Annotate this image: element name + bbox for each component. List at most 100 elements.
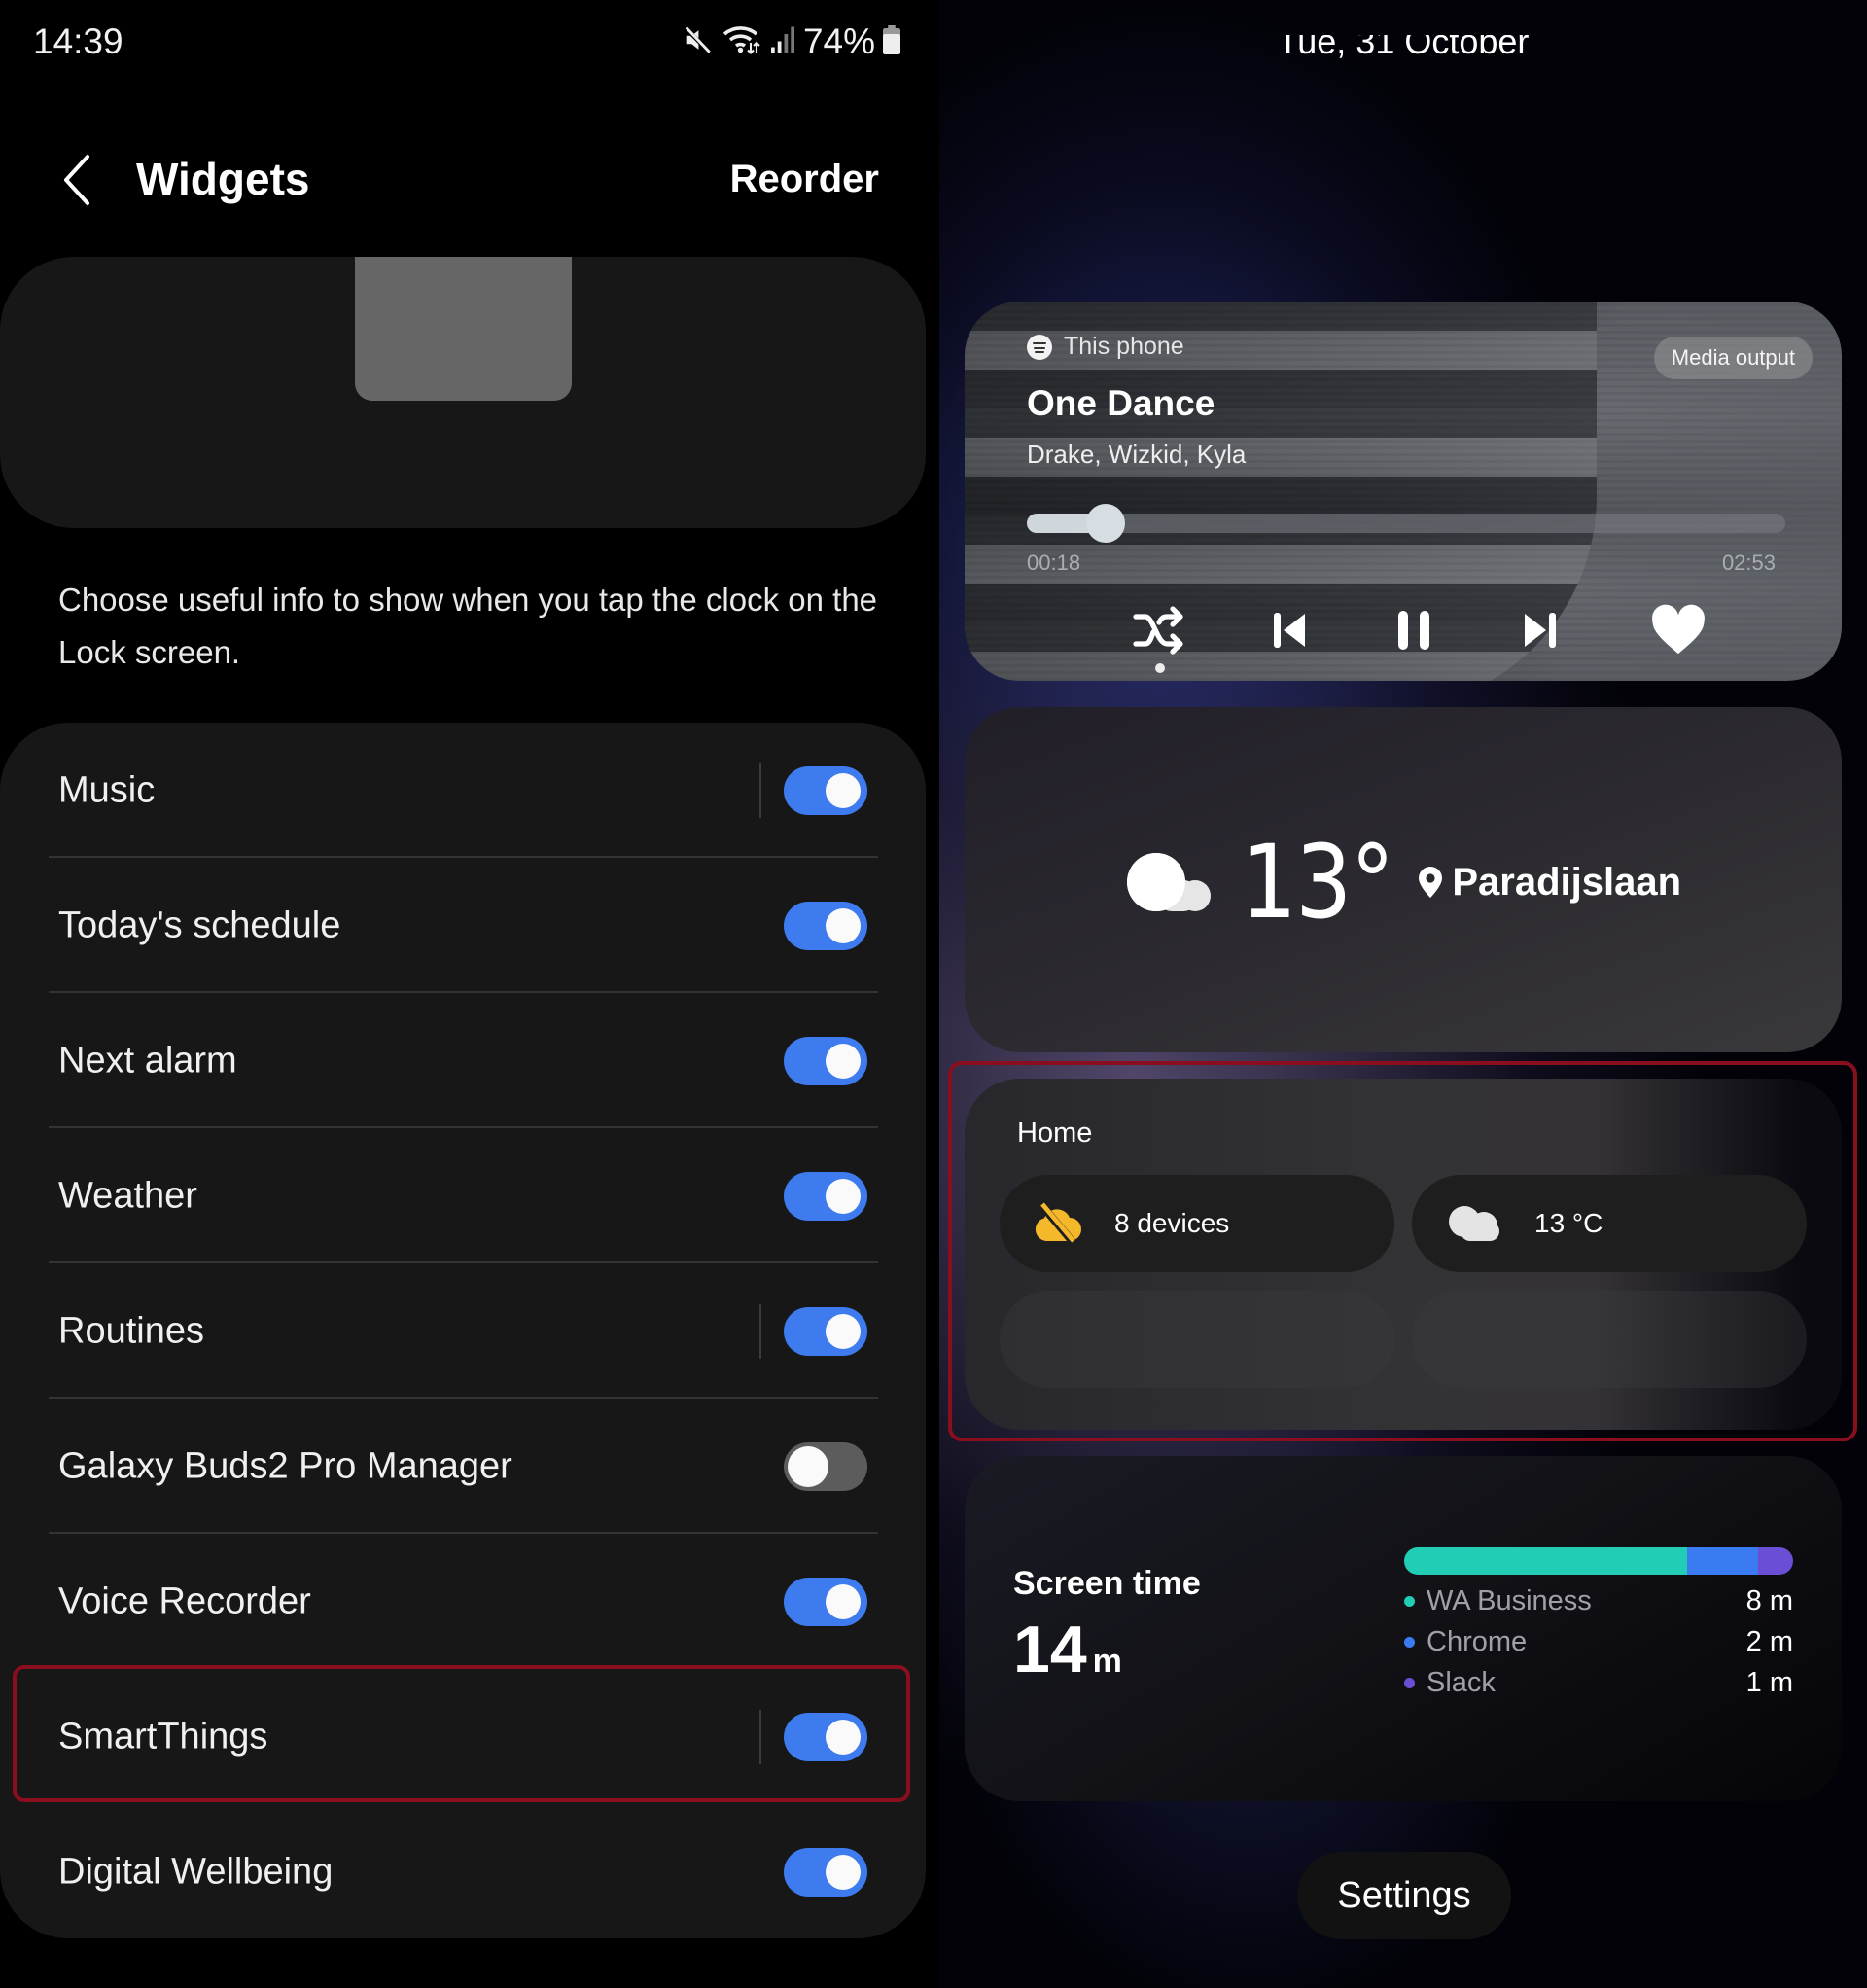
heart-icon xyxy=(1652,604,1705,655)
widget-row-label: Weather xyxy=(58,1175,197,1216)
next-button[interactable] xyxy=(1509,599,1571,661)
usage-segment-slack xyxy=(1757,1547,1793,1575)
spotify-icon xyxy=(1027,334,1052,360)
smartthings-devices-label: 8 devices xyxy=(1114,1208,1230,1238)
music-widget[interactable]: This phone Media output One Dance Drake,… xyxy=(965,302,1842,681)
widget-toggle[interactable] xyxy=(784,1171,867,1221)
devices-off-icon xyxy=(1035,1202,1081,1245)
signal-icon xyxy=(770,25,795,59)
pause-button[interactable] xyxy=(1383,599,1445,661)
app-usage-value: 2 m xyxy=(1745,1625,1793,1657)
widget-row-weather[interactable]: Weather xyxy=(0,1128,926,1263)
previous-button[interactable] xyxy=(1258,599,1321,661)
screen-time-widget[interactable]: Screen time 14 m WA Business 8 m Chrome 2 m S… xyxy=(965,1456,1842,1801)
location-pin-icon xyxy=(1419,867,1443,898)
shuffle-active-indicator xyxy=(1155,663,1165,673)
toggle-knob xyxy=(826,907,861,943)
clock-preview-card xyxy=(0,257,926,528)
legend-dot-icon xyxy=(1404,1677,1415,1688)
toggle-knob xyxy=(826,1719,861,1755)
widget-toggle[interactable] xyxy=(784,765,867,815)
seek-bar-thumb[interactable] xyxy=(1086,504,1126,543)
toggle-knob xyxy=(826,1854,861,1890)
toggle-knob xyxy=(826,772,861,808)
screen-time-total-unit: m xyxy=(1092,1643,1122,1680)
mute-icon xyxy=(681,23,714,61)
widget-row-label: Galaxy Buds2 Pro Manager xyxy=(58,1445,512,1486)
battery-icon xyxy=(883,24,900,59)
row-separator xyxy=(759,1709,761,1764)
widget-row-digital-wellbeing[interactable]: Digital Wellbeing xyxy=(0,1804,926,1939)
weather-widget[interactable]: 13° Paradijslaan xyxy=(965,707,1842,1052)
seek-bar[interactable] xyxy=(1027,504,1785,543)
lock-screen-date: Tue, 31 October xyxy=(1277,35,1530,61)
favorite-button[interactable] xyxy=(1647,599,1709,661)
app-name: WA Business xyxy=(1427,1584,1592,1616)
widget-toggle[interactable] xyxy=(784,1441,867,1491)
widget-row-label: Music xyxy=(58,769,156,810)
toggle-knob xyxy=(826,1313,861,1349)
row-separator xyxy=(759,763,761,818)
usage-segment-chrome xyxy=(1686,1547,1758,1575)
screen-time-app-list: WA Business 8 m Chrome 2 m Slack 1 m xyxy=(1404,1580,1793,1703)
shuffle-icon xyxy=(1133,606,1183,655)
widget-toggle[interactable] xyxy=(784,1847,867,1897)
widgets-list: Music Today's schedule Next alarm Weather Ro… xyxy=(0,723,926,1938)
usage-segment-wa-business xyxy=(1404,1547,1687,1575)
smartthings-widget[interactable]: Home 8 devices 13 °C xyxy=(965,1079,1842,1430)
widget-row-galaxy-buds2-pro-manager[interactable]: Galaxy Buds2 Pro Manager xyxy=(0,1399,926,1534)
weather-summary: 13° Paradijslaan xyxy=(965,823,1842,941)
elapsed-time: 00:18 xyxy=(1027,550,1081,575)
app-usage-value: 8 m xyxy=(1745,1584,1793,1616)
song-artist: Drake, Wizkid, Kyla xyxy=(1027,440,1247,469)
widget-row-label: Today's schedule xyxy=(58,905,341,945)
row-separator xyxy=(759,1303,761,1359)
widget-row-label: Routines xyxy=(58,1310,204,1351)
screen-time-app-row: Chrome 2 m xyxy=(1404,1621,1793,1662)
widget-toggle[interactable] xyxy=(784,1036,867,1085)
skip-previous-icon xyxy=(1274,613,1305,648)
settings-button[interactable]: Settings xyxy=(1297,1852,1511,1939)
smartthings-weather-tile[interactable]: 13 °C xyxy=(1412,1175,1807,1272)
widget-toggle[interactable] xyxy=(784,1306,867,1356)
app-usage-value: 1 m xyxy=(1745,1666,1793,1698)
cloud-icon xyxy=(1126,853,1211,911)
widget-row-smartthings[interactable]: SmartThings xyxy=(0,1669,926,1804)
screen-time-total-value: 14 xyxy=(1013,1613,1087,1686)
widget-row-music[interactable]: Music xyxy=(0,723,926,858)
legend-dot-icon xyxy=(1404,1595,1415,1607)
widget-toggle[interactable] xyxy=(784,1577,867,1626)
media-output-button[interactable]: Media output xyxy=(1653,337,1813,379)
widget-toggle[interactable] xyxy=(784,1712,867,1761)
song-title: One Dance xyxy=(1027,383,1215,423)
widget-row-label: Voice Recorder xyxy=(58,1580,311,1621)
widget-row-routines[interactable]: Routines xyxy=(0,1263,926,1399)
toggle-knob xyxy=(788,1445,828,1487)
widget-row-label: Next alarm xyxy=(58,1040,237,1081)
playback-source-label: This phone xyxy=(1064,333,1184,360)
smartthings-empty-tile xyxy=(1412,1291,1807,1388)
smartthings-weather-label: 13 °C xyxy=(1534,1208,1603,1238)
playback-source: This phone xyxy=(1027,333,1184,361)
widget-row-next-alarm[interactable]: Next alarm xyxy=(0,993,926,1128)
toggle-knob xyxy=(826,1583,861,1619)
widget-row-voice-recorder[interactable]: Voice Recorder xyxy=(0,1534,926,1669)
status-icons: 74% xyxy=(681,19,900,64)
reorder-button[interactable]: Reorder xyxy=(730,158,879,201)
shuffle-button[interactable] xyxy=(1130,599,1192,661)
screen-time-app-row: Slack 1 m xyxy=(1404,1662,1793,1703)
widget-toggle[interactable] xyxy=(784,901,867,950)
widget-row-label: SmartThings xyxy=(58,1716,268,1757)
widget-row-today-s-schedule[interactable]: Today's schedule xyxy=(0,858,926,993)
battery-percent: 74% xyxy=(802,21,875,61)
cloud-icon xyxy=(1449,1206,1499,1241)
weather-location-label: Paradijslaan xyxy=(1452,860,1682,904)
widgets-settings-screen: 14:39 74% Widgets Reorder Choose useful … xyxy=(0,0,939,1988)
back-button[interactable] xyxy=(54,151,97,209)
smartthings-devices-tile[interactable]: 8 devices xyxy=(1000,1175,1394,1272)
skip-next-icon xyxy=(1525,613,1556,648)
wifi-icon xyxy=(722,23,762,61)
total-duration: 02:53 xyxy=(1721,550,1776,575)
weather-location: Paradijslaan xyxy=(1419,861,1681,905)
smartthings-location-title: Home xyxy=(1017,1118,1093,1149)
